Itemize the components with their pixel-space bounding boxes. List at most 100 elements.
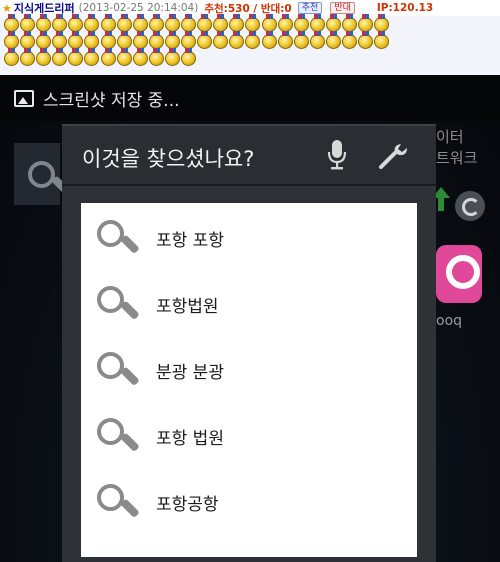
medal-icon — [52, 48, 68, 66]
suggestion-item[interactable]: 포항공항 — [81, 469, 417, 535]
medal-icon — [84, 48, 100, 66]
medal-icon — [164, 31, 180, 49]
medal-icon — [132, 48, 148, 66]
suggestion-label: 분광 분광 — [156, 362, 224, 383]
medal-icon — [4, 14, 19, 32]
medal-icon — [20, 31, 36, 49]
medal-icon — [325, 31, 341, 49]
microphone-icon[interactable] — [327, 140, 347, 170]
medal-icon — [148, 14, 164, 32]
image-icon — [14, 89, 34, 107]
medal-icon — [36, 14, 52, 32]
suggestion-list: 포항 포항 포항법원 분광 분광 포항 법원 포항공항 — [81, 203, 417, 557]
medal-icon — [181, 31, 197, 49]
medal-icon — [52, 14, 68, 32]
up-arrow-stem — [438, 197, 444, 211]
suggestion-dialog: 이것을 찾으셨나요? 포항 포항 포항법원 분광 분광 포항 법원 포항공항 — [62, 124, 436, 562]
medal-icon — [132, 14, 148, 32]
oppose-button[interactable]: 반대 — [330, 2, 355, 14]
medal-icon — [341, 14, 357, 32]
medal-icon — [229, 14, 245, 32]
recommend-button[interactable]: 추천 — [297, 2, 323, 14]
status-bar: 스크린샷 저장 중... — [0, 75, 500, 121]
medal-icon — [213, 31, 229, 49]
medal-icon — [4, 48, 19, 66]
medal-icon — [20, 48, 36, 66]
medal-icon — [164, 14, 180, 32]
medal-icon — [116, 31, 132, 49]
suggestion-label: 포항공항 — [156, 494, 219, 515]
medal-icon — [68, 31, 84, 49]
app-label: ooq — [436, 313, 463, 329]
medal-icon — [100, 48, 116, 66]
medal-icon — [36, 31, 52, 49]
app-icon[interactable] — [436, 245, 482, 303]
medal-icon — [229, 31, 245, 49]
refresh-icon[interactable] — [455, 191, 485, 221]
medal-icon — [277, 14, 293, 32]
medal-icon — [164, 48, 180, 66]
background-widget-text: 이터 트워크 — [436, 127, 477, 169]
ip-address: IP:120.13 — [376, 2, 434, 14]
medal-icon — [293, 31, 309, 49]
medal-icon — [52, 31, 68, 49]
medal-icon — [181, 48, 197, 66]
medal-icon — [341, 31, 357, 49]
medal-icon — [148, 31, 164, 49]
medal-icon — [358, 14, 374, 32]
widget-text-line: 트워크 — [436, 149, 478, 167]
medal-icon — [68, 48, 84, 66]
widget-text-line: 이터 — [436, 128, 464, 146]
status-text: 스크린샷 저장 중... — [43, 90, 180, 111]
medal-icon — [374, 14, 390, 32]
medal-icon — [277, 31, 293, 49]
medal-icon — [309, 31, 325, 49]
medal-icon — [181, 14, 197, 32]
suggestion-item[interactable]: 포항 포항 — [81, 205, 417, 271]
medal-icon — [132, 31, 148, 49]
medal-icon — [68, 14, 84, 32]
post-date: (2013-02-25 20:14:04) — [78, 2, 199, 14]
medal-icon — [245, 31, 261, 49]
medal-icon — [245, 14, 261, 32]
medal-icon — [84, 14, 100, 32]
dialog-header: 이것을 찾으셨나요? — [62, 126, 436, 186]
search-icon — [97, 418, 140, 458]
medal-icon — [4, 31, 19, 49]
suggestion-item[interactable]: 포항법원 — [81, 271, 417, 337]
medal-row — [4, 48, 500, 68]
medal-icon — [100, 31, 116, 49]
suggestion-label: 포항 법원 — [156, 428, 224, 449]
suggestion-label: 포항 포항 — [156, 230, 224, 251]
medal-icon — [197, 14, 213, 32]
medal-icon — [100, 14, 116, 32]
medal-icon — [293, 14, 309, 32]
medal-icon — [116, 14, 132, 32]
medal-icon — [358, 31, 374, 49]
medal-icon — [36, 48, 52, 66]
medal-icon — [309, 14, 325, 32]
dialog-title: 이것을 찾으셨나요? — [82, 147, 255, 171]
medal-icon — [197, 31, 213, 49]
suggestion-label: 포항법원 — [156, 296, 219, 317]
search-icon — [97, 286, 140, 326]
phone-screenshot: 스크린샷 저장 중... 이터 트워크 ooq 이것을 찾으셨나요? 포항 포항… — [0, 75, 500, 562]
medal-icon — [261, 31, 277, 49]
search-icon — [97, 352, 140, 392]
medal-icon — [84, 31, 100, 49]
medal-icon — [20, 14, 36, 32]
medal-icon — [116, 48, 132, 66]
background-search-bar[interactable] — [14, 143, 71, 205]
medal-icon — [325, 14, 341, 32]
medal-rows — [4, 14, 500, 68]
medal-icon — [261, 14, 277, 32]
star-icon: ★ — [2, 1, 12, 15]
search-icon — [97, 220, 140, 260]
search-icon — [97, 484, 140, 524]
wrench-icon[interactable] — [378, 142, 410, 170]
medal-icon — [374, 31, 390, 49]
medal-icon — [148, 48, 164, 66]
suggestion-item[interactable]: 포항 법원 — [81, 403, 417, 469]
suggestion-item[interactable]: 분광 분광 — [81, 337, 417, 403]
medal-icon — [213, 14, 229, 32]
